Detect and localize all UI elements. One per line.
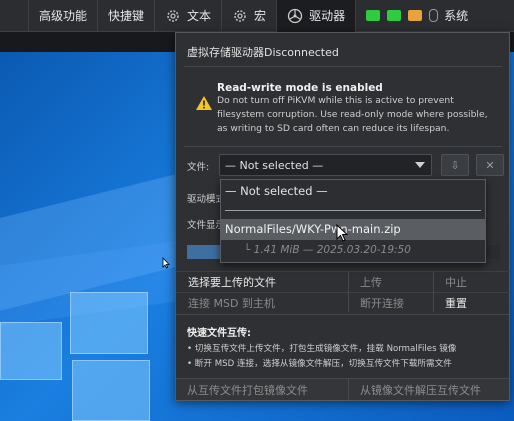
divider bbox=[433, 271, 434, 312]
drive-icon bbox=[287, 8, 303, 23]
warning-icon bbox=[196, 96, 212, 110]
disconnect-button[interactable]: 断开连接 bbox=[348, 292, 433, 312]
select-upload-file-button[interactable]: 选择要上传的文件 bbox=[176, 271, 348, 291]
file-select[interactable]: — Not selected — bbox=[219, 154, 432, 176]
pack-image-label: 从互传文件打包镜像文件 bbox=[187, 383, 308, 397]
menu-advanced[interactable]: 高级功能 bbox=[28, 0, 97, 32]
mouse-status-icon bbox=[429, 9, 439, 22]
divider bbox=[184, 66, 502, 67]
menu-text[interactable]: 文本 bbox=[154, 0, 221, 32]
divider bbox=[176, 314, 509, 315]
dropdown-separator bbox=[225, 210, 481, 211]
dropdown-option-label: — Not selected — bbox=[225, 184, 328, 198]
warning-title: Read-write mode is enabled bbox=[217, 82, 383, 94]
file-dropdown-list: — Not selected — NormalFiles/WKY-Pwn-mai… bbox=[220, 179, 486, 263]
connect-msd-label: 连接 MSD 到主机 bbox=[188, 296, 275, 310]
download-icon: ⇩ bbox=[450, 158, 460, 172]
warning-text: as writing to SD card often can reduce i… bbox=[217, 123, 450, 134]
abort-label: 中止 bbox=[445, 275, 467, 289]
upload-label: 上传 bbox=[360, 275, 382, 289]
menu-shortcuts[interactable]: 快捷键 bbox=[97, 0, 154, 32]
quick-transfer-step: • 切换互传文件上传文件，打包生成镜像文件，挂载 NormalFiles 镜像 bbox=[187, 344, 457, 354]
download-button[interactable]: ⇩ bbox=[441, 154, 469, 176]
unpack-image-label: 从镜像文件解压互传文件 bbox=[360, 383, 481, 397]
keyboard-status-icon bbox=[408, 10, 423, 21]
remove-file-button[interactable]: ✕ bbox=[476, 154, 504, 176]
warning-text: filesystem corruption. Use read-only mod… bbox=[217, 109, 488, 120]
mouse-pointer-icon bbox=[336, 224, 348, 242]
unpack-image-button[interactable]: 从镜像文件解压互传文件 bbox=[348, 378, 509, 400]
menu-drive-label: 驱动器 bbox=[309, 9, 346, 23]
monitor-status-icon bbox=[387, 10, 402, 21]
divider bbox=[348, 271, 349, 312]
dropdown-option-label: NormalFiles/WKY-Pwn-main.zip bbox=[225, 222, 401, 236]
gear-icon bbox=[167, 9, 179, 22]
chevron-down-icon bbox=[415, 162, 425, 168]
close-icon: ✕ bbox=[485, 158, 495, 172]
reset-label: 重置 bbox=[445, 296, 467, 310]
quick-transfer-title: 快速文件互传: bbox=[187, 328, 251, 339]
windows-logo-pane bbox=[72, 360, 150, 421]
menu-drive[interactable]: 驱动器 bbox=[276, 0, 356, 32]
warning-text: Do not turn off PiKVM while this is acti… bbox=[217, 95, 454, 106]
windows-logo-pane bbox=[70, 292, 148, 354]
top-menu-bar: 高级功能 快捷键 文本 宏 驱动器 系统 bbox=[0, 0, 514, 32]
menu-macro-label: 宏 bbox=[254, 9, 267, 23]
remote-pointer-icon bbox=[162, 257, 170, 269]
menu-macro[interactable]: 宏 bbox=[221, 0, 276, 32]
quick-transfer-step: • 断开 MSD 连接，选择从镜像文件解压，切换互传文件下载所需文件 bbox=[187, 359, 452, 369]
disconnect-label: 断开连接 bbox=[360, 296, 404, 310]
windows-logo-pane bbox=[0, 322, 62, 380]
menu-shortcuts-label: 快捷键 bbox=[108, 9, 145, 23]
menu-system[interactable]: 系统 bbox=[355, 0, 478, 32]
menu-system-label: 系统 bbox=[444, 9, 469, 23]
divider bbox=[184, 146, 502, 147]
file-label: 文件: bbox=[187, 162, 210, 173]
dropdown-option-highlighted[interactable]: NormalFiles/WKY-Pwn-main.zip bbox=[221, 219, 485, 240]
ethernet-status-icon bbox=[366, 10, 381, 21]
reset-button[interactable]: 重置 bbox=[433, 292, 510, 312]
menu-advanced-label: 高级功能 bbox=[39, 9, 88, 23]
dropdown-option-meta: └ 1.41 MiB — 2025.03.20-19:50 bbox=[244, 244, 411, 256]
select-upload-file-label: 选择要上传的文件 bbox=[188, 275, 276, 289]
gear-icon bbox=[234, 9, 246, 22]
file-select-value: — Not selected — bbox=[225, 158, 324, 172]
dropdown-option[interactable]: — Not selected — bbox=[221, 182, 485, 200]
abort-button[interactable]: 中止 bbox=[433, 271, 510, 291]
pack-image-button[interactable]: 从互传文件打包镜像文件 bbox=[176, 378, 348, 400]
panel-title: 虚拟存储驱动器Disconnected bbox=[187, 46, 339, 59]
upload-button[interactable]: 上传 bbox=[348, 271, 433, 291]
connect-msd-button[interactable]: 连接 MSD 到主机 bbox=[176, 292, 348, 312]
menu-text-label: 文本 bbox=[187, 9, 212, 23]
status-indicators bbox=[366, 9, 439, 22]
